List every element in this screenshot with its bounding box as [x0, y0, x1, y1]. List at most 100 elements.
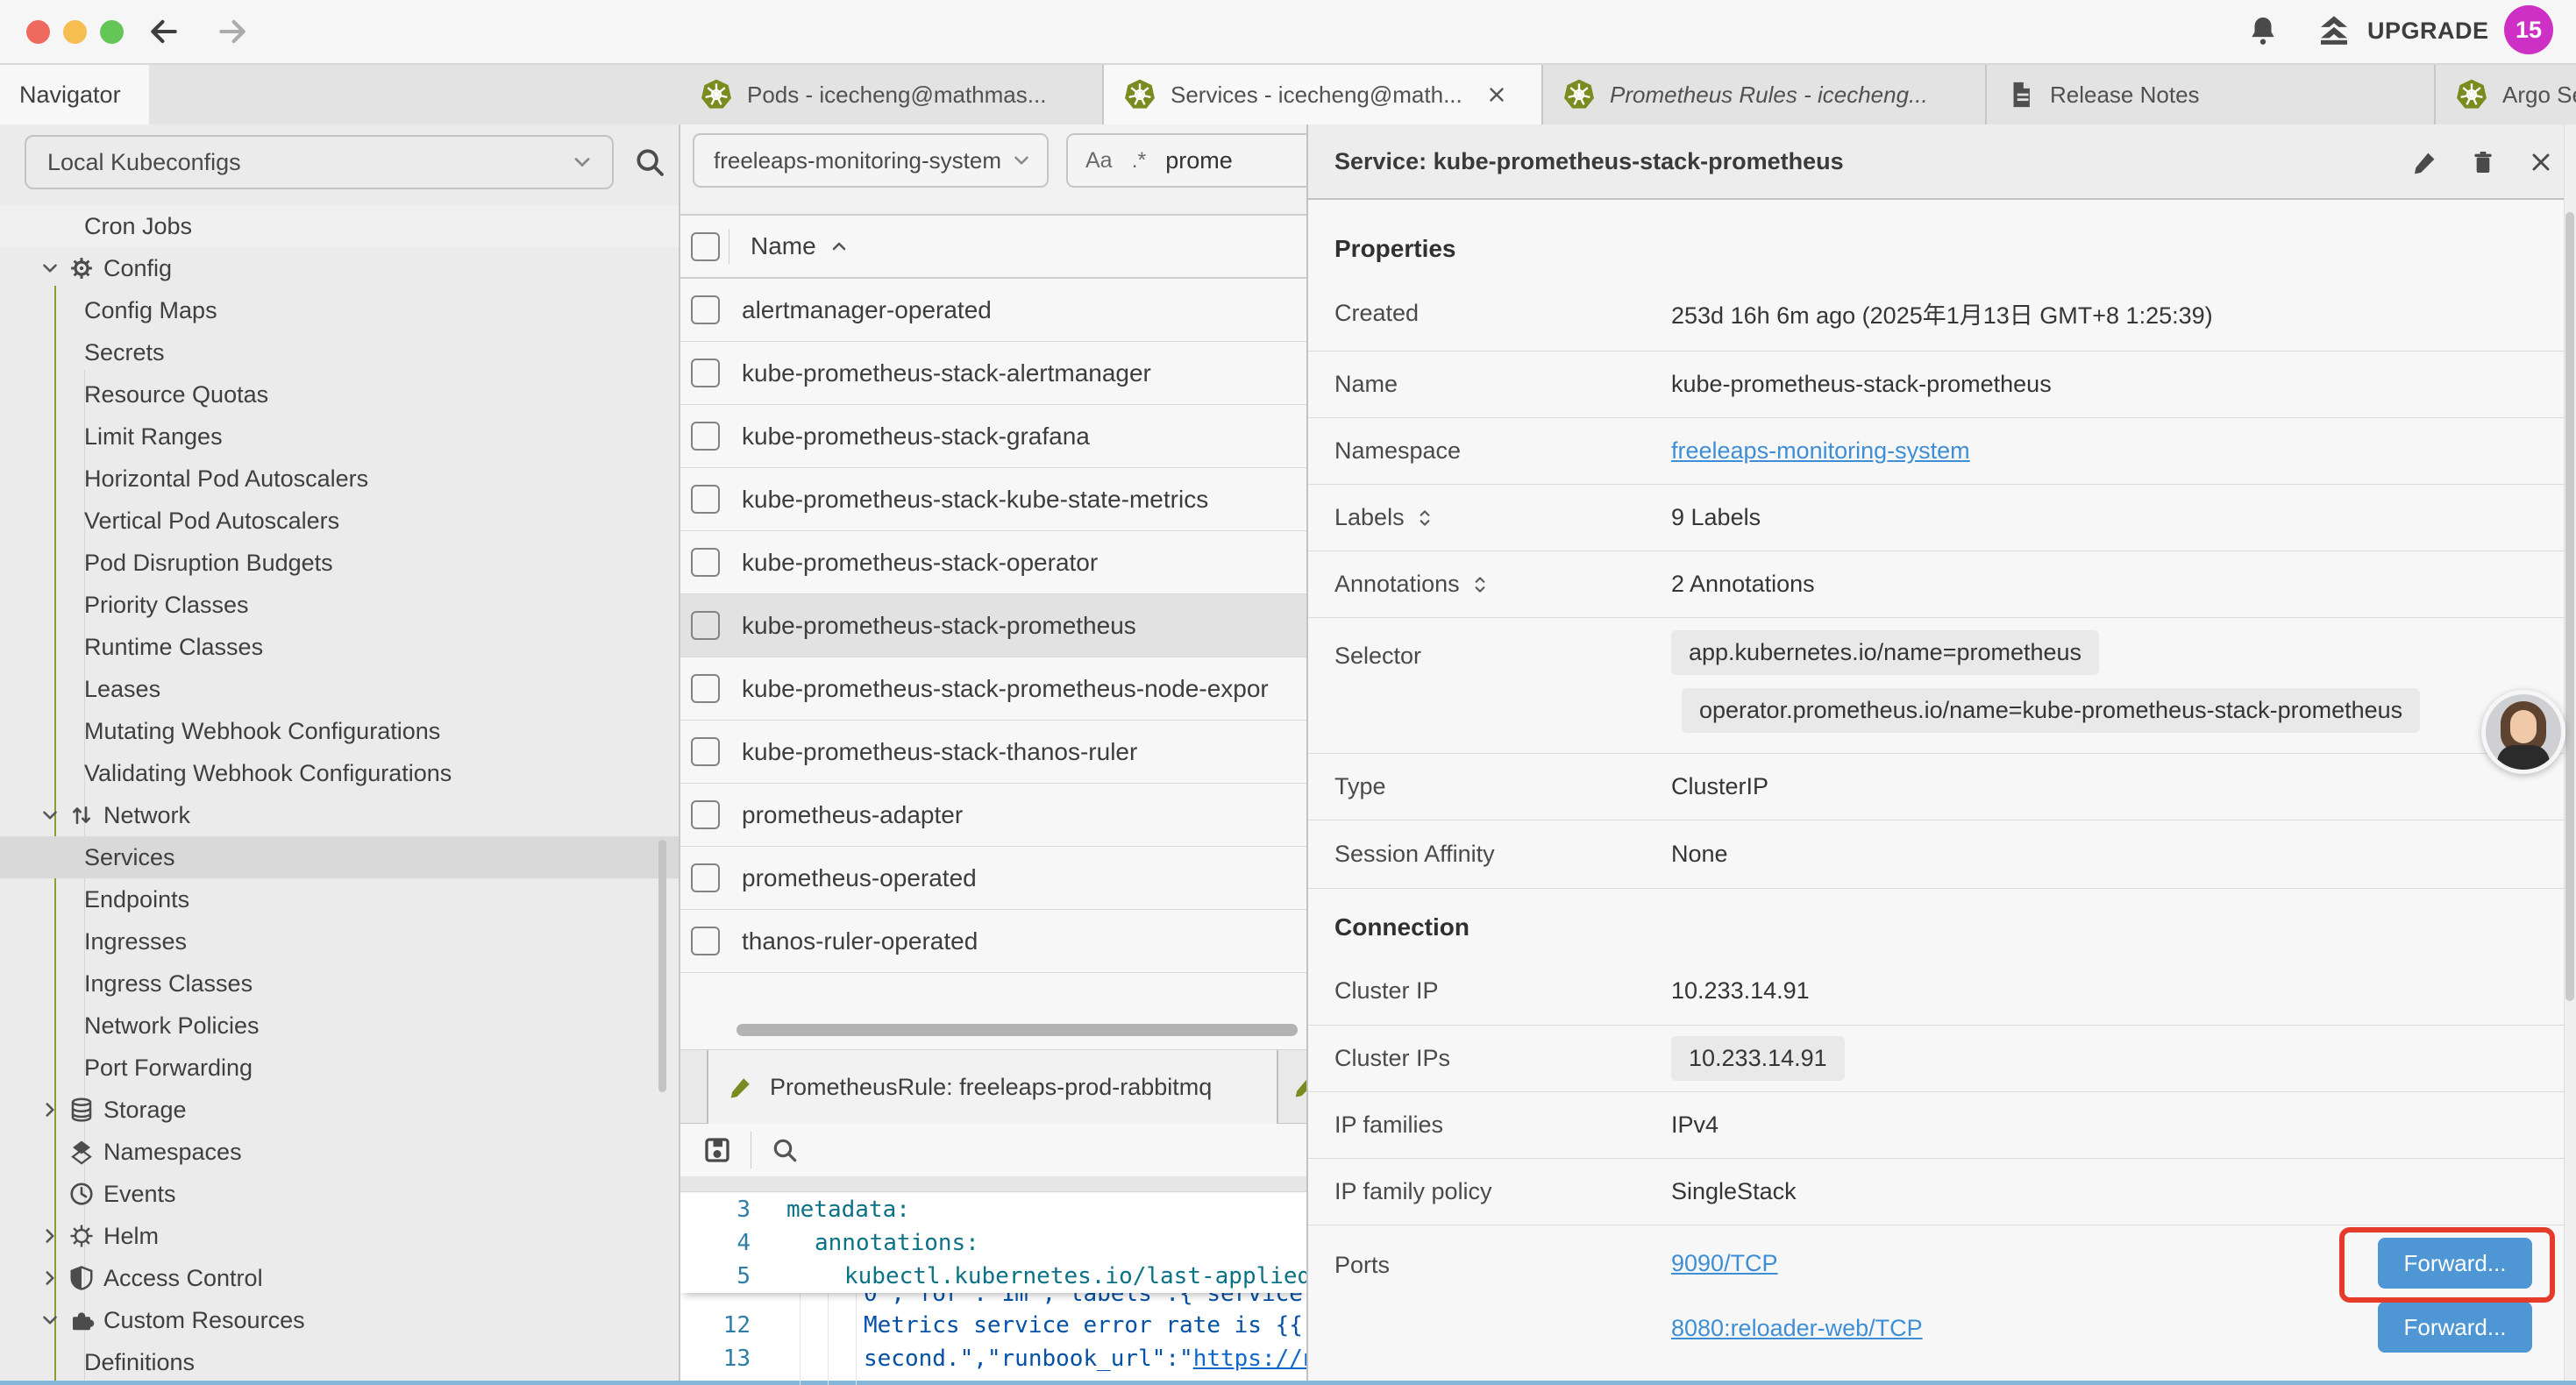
editor-tab-prometheusrule[interactable]: PrometheusRule: freeleaps-prod-rabbitmq: [707, 1050, 1278, 1124]
property-row-annotations: Annotations 2 Annotations: [1308, 551, 2564, 618]
notifications-bell-icon[interactable]: [2246, 14, 2280, 47]
detail-scrollbar-track[interactable]: [2564, 124, 2576, 1385]
yaml-editor[interactable]: 0","for":"1m","labels":{"service": 12 Me…: [680, 1193, 1306, 1385]
sort-ascending-icon[interactable]: [829, 236, 850, 257]
expand-collapse-sort-icon[interactable]: [1470, 573, 1490, 596]
save-icon[interactable]: [701, 1134, 733, 1166]
tab-prometheus-rules[interactable]: Prometheus Rules - icecheng...: [1543, 65, 1987, 124]
row-checkbox[interactable]: [691, 359, 720, 387]
table-row[interactable]: kube-prometheus-stack-operator: [680, 531, 1306, 594]
close-panel-icon[interactable]: [2527, 148, 2555, 176]
table-row[interactable]: prometheus-adapter: [680, 784, 1306, 847]
table-row[interactable]: alertmanager-operated: [680, 279, 1306, 342]
sidebar-item-limit-ranges[interactable]: Limit Ranges: [0, 416, 679, 458]
table-row[interactable]: kube-prometheus-stack-grafana: [680, 405, 1306, 468]
window-close-button[interactable]: [26, 20, 50, 44]
sidebar-item-priority-classes[interactable]: Priority Classes: [0, 584, 679, 626]
sidebar-item-validating-webhook-configurations[interactable]: Validating Webhook Configurations: [0, 752, 679, 794]
kubeconfig-selector[interactable]: Local Kubeconfigs: [25, 135, 614, 189]
search-query-text: prome: [1165, 147, 1233, 174]
select-all-checkbox[interactable]: [691, 232, 720, 261]
close-tab-icon[interactable]: [1485, 83, 1508, 106]
sidebar-item-endpoints[interactable]: Endpoints: [0, 878, 679, 920]
sidebar-item-leases[interactable]: Leases: [0, 668, 679, 710]
forward-port-button[interactable]: Forward...: [2378, 1238, 2532, 1289]
delete-trash-icon[interactable]: [2469, 148, 2497, 176]
properties-section-heading: Properties: [1308, 202, 2564, 275]
sidebar-item-cron-jobs[interactable]: Cron Jobs: [0, 205, 679, 247]
back-icon[interactable]: [147, 15, 181, 48]
horizontal-scrollbar[interactable]: [737, 1024, 1298, 1036]
sidebar-item-namespaces[interactable]: Namespaces: [0, 1131, 679, 1173]
table-row[interactable]: kube-prometheus-stack-thanos-ruler: [680, 721, 1306, 784]
row-checkbox[interactable]: [691, 674, 720, 703]
detail-scrollbar-thumb[interactable]: [2565, 212, 2574, 1001]
runbook-url-link[interactable]: https://net: [1193, 1346, 1308, 1372]
upgrade-icon[interactable]: [2316, 13, 2352, 48]
window-minimize-button[interactable]: [63, 20, 87, 44]
sidebar-scrollbar[interactable]: [658, 840, 666, 1092]
table-row[interactable]: kube-prometheus-stack-alertmanager: [680, 342, 1306, 405]
regex-toggle[interactable]: .*: [1132, 148, 1147, 174]
sidebar-item-horizontal-pod-autoscalers[interactable]: Horizontal Pod Autoscalers: [0, 458, 679, 500]
tab-release-notes[interactable]: Release Notes: [1987, 65, 2436, 124]
table-row[interactable]: kube-prometheus-stack-prometheus-node-ex…: [680, 657, 1306, 721]
row-checkbox[interactable]: [691, 800, 720, 829]
port-link-9090[interactable]: 9090/TCP: [1671, 1250, 1778, 1277]
sidebar-item-storage[interactable]: Storage: [0, 1089, 679, 1131]
row-checkbox[interactable]: [691, 295, 720, 324]
table-row[interactable]: thanos-ruler-operated: [680, 910, 1306, 973]
sidebar-item-ingresses[interactable]: Ingresses: [0, 920, 679, 962]
sidebar-item-access-control[interactable]: Access Control: [0, 1257, 679, 1299]
sidebar-item-resource-quotas[interactable]: Resource Quotas: [0, 373, 679, 416]
sidebar-item-config-maps[interactable]: Config Maps: [0, 289, 679, 331]
sidebar-item-helm[interactable]: Helm: [0, 1215, 679, 1257]
tab-argo[interactable]: Argo Se: [2436, 65, 2576, 124]
tab-services[interactable]: Services - icecheng@math...: [1104, 65, 1543, 124]
profile-notification-badge[interactable]: 15: [2504, 5, 2553, 54]
sidebar-item-mutating-webhook-configurations[interactable]: Mutating Webhook Configurations: [0, 710, 679, 752]
table-row-selected[interactable]: kube-prometheus-stack-prometheus: [680, 594, 1306, 657]
sidebar-item-secrets[interactable]: Secrets: [0, 331, 679, 373]
row-checkbox[interactable]: [691, 422, 720, 451]
match-case-toggle[interactable]: Aa: [1085, 148, 1113, 174]
sidebar-item-network-policies[interactable]: Network Policies: [0, 1005, 679, 1047]
table-row[interactable]: prometheus-operated: [680, 847, 1306, 910]
edit-pencil-icon[interactable]: [2411, 148, 2439, 176]
port-link-8080[interactable]: 8080:reloader-web/TCP: [1671, 1315, 1923, 1342]
column-header-name[interactable]: Name: [751, 232, 816, 260]
row-checkbox[interactable]: [691, 863, 720, 892]
sidebar-item-port-forwarding[interactable]: Port Forwarding: [0, 1047, 679, 1089]
row-checkbox[interactable]: [691, 611, 720, 640]
sidebar-item-custom-resources[interactable]: Custom Resources: [0, 1299, 679, 1341]
namespace-filter-select[interactable]: freeleaps-monitoring-system: [693, 133, 1049, 188]
assistant-avatar[interactable]: [2481, 690, 2565, 774]
sidebar-item-definitions[interactable]: Definitions: [0, 1341, 679, 1383]
forward-icon[interactable]: [216, 15, 249, 48]
cluster-ip-badge: 10.233.14.91: [1671, 1036, 1845, 1081]
list-search-input[interactable]: Aa .* prome: [1066, 133, 1308, 188]
sidebar-item-services[interactable]: Services: [0, 836, 679, 878]
sidebar-item-network[interactable]: Network: [0, 794, 679, 836]
editor-tab-partial-pencil-icon[interactable]: [1292, 1073, 1308, 1099]
row-checkbox[interactable]: [691, 485, 720, 514]
sidebar-item-config[interactable]: Config: [0, 247, 679, 289]
row-checkbox[interactable]: [691, 548, 720, 577]
row-checkbox[interactable]: [691, 737, 720, 766]
upgrade-button[interactable]: UPGRADE: [2367, 18, 2489, 45]
expand-collapse-sort-icon[interactable]: [1415, 507, 1434, 529]
forward-port-button[interactable]: Forward...: [2378, 1302, 2532, 1353]
sidebar-item-ingress-classes[interactable]: Ingress Classes: [0, 962, 679, 1005]
sidebar-search-icon[interactable]: [633, 146, 666, 179]
tab-pods[interactable]: Pods - icecheng@mathmas...: [680, 65, 1104, 124]
row-checkbox[interactable]: [691, 927, 720, 955]
editor-search-icon[interactable]: [771, 1136, 799, 1164]
namespace-link[interactable]: freeleaps-monitoring-system: [1671, 437, 1970, 465]
table-row[interactable]: kube-prometheus-stack-kube-state-metrics: [680, 468, 1306, 531]
navigator-panel-tab[interactable]: Navigator: [0, 65, 149, 124]
window-zoom-button[interactable]: [100, 20, 124, 44]
sidebar-item-vertical-pod-autoscalers[interactable]: Vertical Pod Autoscalers: [0, 500, 679, 542]
sidebar-item-pod-disruption-budgets[interactable]: Pod Disruption Budgets: [0, 542, 679, 584]
sidebar-item-events[interactable]: Events: [0, 1173, 679, 1215]
sidebar-item-runtime-classes[interactable]: Runtime Classes: [0, 626, 679, 668]
